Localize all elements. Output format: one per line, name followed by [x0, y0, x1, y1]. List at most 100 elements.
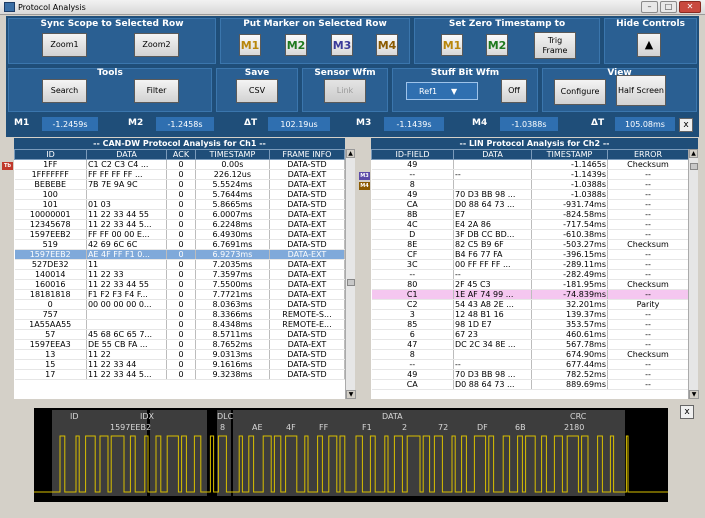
can-cell: 0 — [166, 339, 196, 350]
can-table-row[interactable]: 101 01 03 0 5.8665ms DATA-STD — [14, 199, 345, 210]
can-col-header[interactable]: TIMESTAMP — [194, 149, 270, 160]
filter-button[interactable]: Filter — [134, 79, 179, 103]
can-cell: 7B 7E 9A 9C — [86, 179, 168, 190]
can-table-row[interactable]: 160016 11 22 33 44 55 0 7.5500ms DATA-EXT — [14, 279, 345, 290]
marker-m1-button[interactable]: M1 — [239, 34, 261, 56]
close-icon[interactable]: ✕ — [679, 1, 701, 13]
lin-table-row[interactable]: -- -- -282.49ms -- — [371, 269, 688, 280]
lin-table-row[interactable]: 4C E4 2A 86 -717.54ms -- — [371, 219, 688, 230]
ref-dropdown[interactable]: Ref1 ▼ — [406, 82, 478, 100]
lin-table-row[interactable]: C2 54 43 A8 2E ... 32.201ms Parity — [371, 299, 688, 310]
can-table-row[interactable]: 57 45 68 6C 65 7... 0 8.5711ms DATA-STD — [14, 329, 345, 340]
can-col-header[interactable]: DATA — [85, 149, 168, 160]
marker-m3-button[interactable]: M3 — [331, 34, 353, 56]
can-col-header[interactable]: ACK — [166, 149, 196, 160]
hide-controls-button[interactable]: ▲ — [637, 33, 661, 57]
minimize-icon[interactable]: – — [641, 1, 658, 13]
can-scrollbar[interactable]: ▲ ▼ — [345, 149, 356, 399]
lin-cell: -503.27ms — [531, 239, 608, 250]
can-table-row[interactable]: 519 42 69 6C 6C 0 6.7691ms DATA-STD — [14, 239, 345, 250]
lin-table-row[interactable]: 6 67 23 460.61ms -- — [371, 329, 688, 340]
search-button[interactable]: Search — [42, 79, 87, 103]
csv-button[interactable]: CSV — [236, 79, 278, 103]
m2-label: M2 — [128, 118, 144, 128]
lin-table-row[interactable]: 3 12 48 B1 16 139.37ms -- — [371, 309, 688, 320]
can-cell: 0 — [166, 159, 196, 170]
lin-col-header[interactable]: ID-FIELD — [371, 149, 454, 160]
can-col-header[interactable]: FRAME INFO — [268, 149, 345, 160]
lin-table-row[interactable]: D 3F DB CC BD... -610.38ms -- — [371, 229, 688, 240]
lin-table-row[interactable]: -- -- -1.1439s -- — [371, 169, 688, 180]
off-button[interactable]: Off — [501, 79, 527, 103]
can-table-row[interactable]: 1FF C1 C2 C3 C4 ... 0 0.00s DATA-STD — [14, 159, 345, 170]
zoom1-button[interactable]: Zoom1 — [42, 33, 87, 57]
zero-m1-button[interactable]: M1 — [441, 34, 463, 56]
can-table-row[interactable]: 757 0 8.3366ms REMOTE-S... — [14, 309, 345, 320]
can-table-row[interactable]: 1FFFFFFF FF FF FF FF ... 0 226.12us DATA-EXT — [14, 169, 345, 180]
waveform-close-button[interactable]: x — [680, 405, 694, 419]
scroll-up-icon[interactable]: ▲ — [346, 149, 355, 158]
lin-col-header[interactable]: DATA — [453, 149, 532, 160]
can-cell: 6.4930ms — [195, 229, 270, 240]
lin-table-row[interactable]: C1 1E AF 74 99 ... -74.839ms -- — [371, 289, 688, 300]
lin-table-row[interactable]: CF B4 F6 77 FA -396.15ms -- — [371, 249, 688, 260]
can-cell: 6.9273ms — [195, 249, 270, 260]
lin-table-row[interactable]: -- -- 677.44ms -- — [371, 359, 688, 370]
lin-cell: -- — [607, 189, 688, 200]
can-table-row[interactable]: 527DE32 11 0 7.2035ms DATA-EXT — [14, 259, 345, 270]
can-cell: 0 — [166, 259, 196, 270]
can-cell: DATA-EXT — [269, 209, 345, 220]
link-button[interactable]: Link — [324, 79, 366, 103]
zero-m2-button[interactable]: M2 — [486, 34, 508, 56]
can-table-row[interactable]: 1597EEB2 FF FF 00 00 E... 0 6.4930ms DATA-EX… — [14, 229, 345, 240]
can-table-row[interactable]: 140014 11 22 33 0 7.3597ms DATA-EXT — [14, 269, 345, 280]
lin-table-row[interactable]: 80 2F 45 C3 -181.95ms Checksum — [371, 279, 688, 290]
lin-col-header[interactable]: TIMESTAMP — [531, 149, 608, 160]
can-cell: REMOTE-E... — [269, 319, 345, 330]
scroll-down-icon[interactable]: ▼ — [689, 390, 699, 399]
can-table-row[interactable]: 18181818 F1 F2 F3 F4 F... 0 7.7721ms DATA-EX… — [14, 289, 345, 300]
can-table-row[interactable]: 0 00 00 00 00 0... 0 8.0363ms DATA-STD — [14, 299, 345, 310]
lin-table-row[interactable]: 8E 82 C5 B9 6F -503.27ms Checksum — [371, 239, 688, 250]
can-cell: 0 — [166, 199, 196, 210]
lin-table-row[interactable]: 8 -1.0388s -- — [371, 179, 688, 190]
can-cell: 10000001 — [14, 209, 87, 220]
trig-frame-button[interactable]: Trig Frame — [534, 32, 576, 59]
lin-scroll-thumb[interactable] — [690, 163, 698, 170]
lin-cell: -1.0388s — [531, 179, 608, 190]
measurement-close-button[interactable]: x — [679, 118, 693, 132]
lin-table-row[interactable]: 85 98 1D E7 353.57ms -- — [371, 319, 688, 330]
can-table-row[interactable]: 15 11 22 33 44 0 9.1616ms DATA-STD — [14, 359, 345, 370]
can-table-row[interactable]: 12345678 11 22 33 44 5... 0 6.2248ms DATA-EX… — [14, 219, 345, 230]
lin-table-row[interactable]: 47 DC 2C 34 8E ... 567.78ms -- — [371, 339, 688, 350]
lin-table-row[interactable]: 8 674.90ms Checksum — [371, 349, 688, 360]
lin-col-header[interactable]: ERROR — [607, 149, 688, 160]
configure-button[interactable]: Configure — [554, 79, 606, 105]
can-cell — [86, 189, 168, 200]
scroll-up-icon[interactable]: ▲ — [689, 149, 698, 158]
scroll-down-icon[interactable]: ▼ — [346, 390, 356, 399]
can-table-row[interactable]: 1A55AA55 0 8.4348ms REMOTE-E... — [14, 319, 345, 330]
lin-table-row[interactable]: 49 70 D3 BB 98 ... -1.0388s -- — [371, 189, 688, 200]
lin-table-row[interactable]: 3C 00 FF FF FF ... -289.11ms -- — [371, 259, 688, 270]
half-screen-button[interactable]: Half Screen — [616, 75, 666, 106]
lin-scrollbar[interactable]: ▲ ▼ — [688, 149, 699, 399]
can-col-header[interactable]: ID — [14, 149, 87, 160]
lin-table-row[interactable]: 8B E7 -824.58ms -- — [371, 209, 688, 220]
lin-table-row[interactable]: 49 -1.1465s Checksum — [371, 159, 688, 170]
lin-table-row[interactable]: CA D0 88 64 73 ... -931.74ms -- — [371, 199, 688, 210]
can-table-row[interactable]: BEBEBE 7B 7E 9A 9C 0 5.5524ms DATA-EXT — [14, 179, 345, 190]
can-table-row[interactable]: 100 0 5.7644ms DATA-STD — [14, 189, 345, 200]
can-table-row[interactable]: 1597EEB2 AE 4F FF F1 0... 0 6.9273ms DATA-EX… — [14, 249, 345, 260]
lin-table-row[interactable]: 49 70 D3 BB 98 ... 782.52ms -- — [371, 369, 688, 380]
can-table-row[interactable]: 13 11 22 0 9.0313ms DATA-STD — [14, 349, 345, 360]
can-table-row[interactable]: 1597EEA3 DE 55 CB FA ... 0 8.7652ms DATA-EXT — [14, 339, 345, 350]
can-table-row[interactable]: 17 11 22 33 44 5... 0 9.3238ms DATA-STD — [14, 369, 345, 380]
zoom2-button[interactable]: Zoom2 — [134, 33, 179, 57]
marker-m2-button[interactable]: M2 — [285, 34, 307, 56]
marker-m4-button[interactable]: M4 — [376, 34, 398, 56]
can-table-row[interactable]: 10000001 11 22 33 44 55 0 6.0007ms DATA-EXT — [14, 209, 345, 220]
can-scroll-thumb[interactable] — [347, 279, 355, 286]
maximize-icon[interactable]: □ — [660, 1, 677, 13]
lin-table-row[interactable]: CA D0 88 64 73 ... 889.69ms -- — [371, 379, 688, 390]
